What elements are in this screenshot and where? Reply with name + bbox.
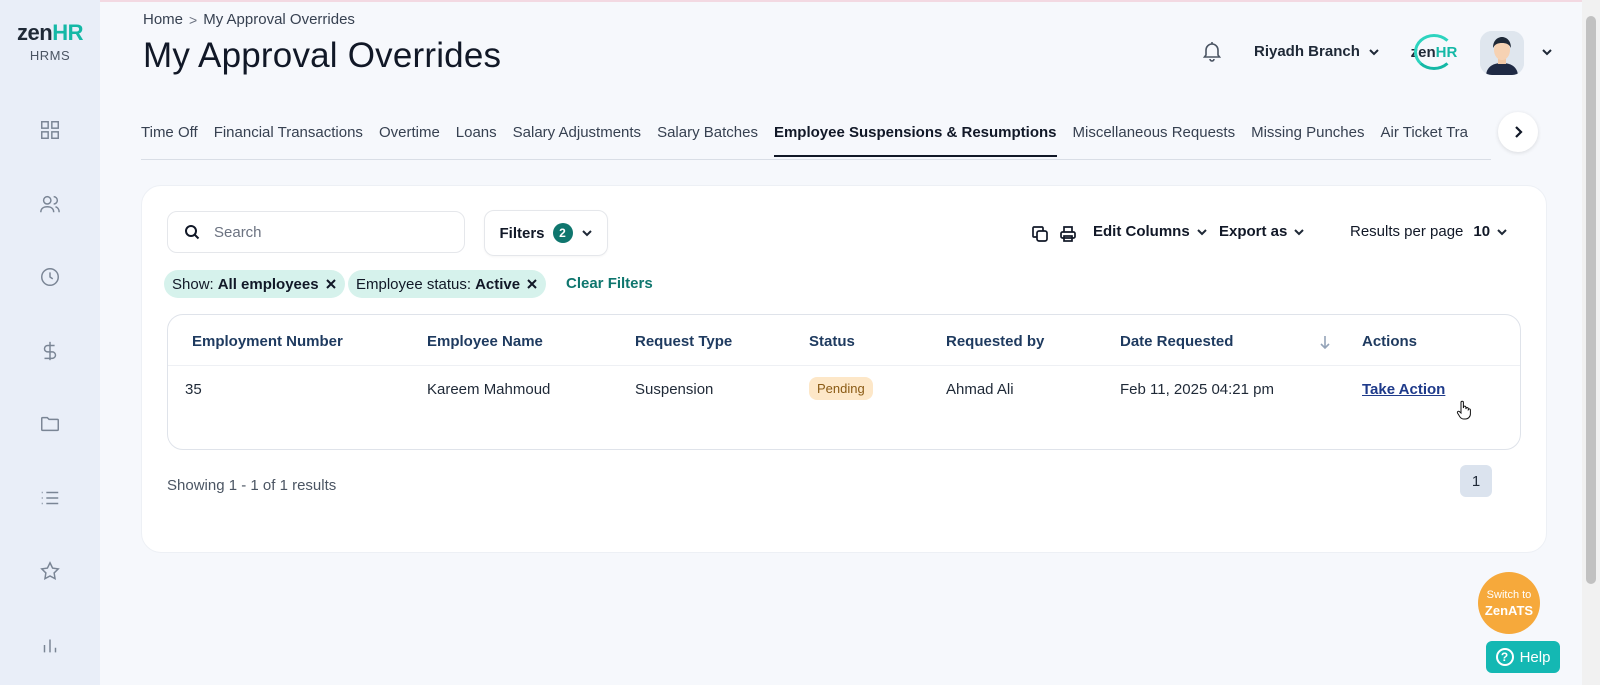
results-per-page-select[interactable]: 10 xyxy=(1473,223,1508,240)
logo-wordmark: zenHR xyxy=(17,20,83,45)
column-header[interactable]: Request Type xyxy=(635,333,732,350)
search-icon xyxy=(185,225,200,240)
requests-table: Employment Number Employee Name Request … xyxy=(167,314,1521,450)
dashboard-icon[interactable] xyxy=(38,118,62,142)
cell-requested-by: Ahmad Ali xyxy=(946,381,1014,398)
tab-overtime[interactable]: Overtime xyxy=(379,118,440,157)
filter-chip-show: Show: All employees xyxy=(164,270,345,298)
filter-chip-key: Show: xyxy=(172,275,214,293)
chevron-down-icon xyxy=(1196,228,1207,235)
branch-selector[interactable]: Riyadh Branch xyxy=(1254,43,1380,60)
question-icon: ? xyxy=(1495,648,1514,666)
chevron-down-icon xyxy=(581,230,592,237)
page-number-button[interactable]: 1 xyxy=(1460,465,1492,497)
remove-filter-icon[interactable] xyxy=(325,278,337,290)
search-input[interactable] xyxy=(214,223,444,241)
tab-salary-adjustments[interactable]: Salary Adjustments xyxy=(513,118,641,157)
switch-line2: ZenATS xyxy=(1484,602,1534,618)
hand-cursor-icon xyxy=(1456,400,1471,420)
column-header[interactable]: Requested by xyxy=(946,333,1044,350)
column-header[interactable]: Employment Number xyxy=(192,333,343,350)
help-label: Help xyxy=(1519,648,1551,666)
tab-loans[interactable]: Loans xyxy=(456,118,497,157)
search-box[interactable] xyxy=(167,211,465,253)
results-per-page-value: 10 xyxy=(1473,223,1491,240)
export-as-button[interactable]: Export as xyxy=(1219,223,1305,240)
user-avatar[interactable] xyxy=(1480,31,1524,75)
export-as-label: Export as xyxy=(1219,223,1288,240)
notifications-bell-icon[interactable] xyxy=(1200,39,1226,65)
branch-name: Riyadh Branch xyxy=(1254,43,1360,60)
page-scrollbar[interactable] xyxy=(1582,0,1600,685)
company-logo-ring xyxy=(1414,34,1454,70)
folder-icon[interactable] xyxy=(38,412,62,436)
filters-button[interactable]: Filters 2 xyxy=(484,210,608,256)
chevron-down-icon xyxy=(1369,48,1379,55)
filter-chip-value: Active xyxy=(475,275,521,293)
copy-icon[interactable] xyxy=(1031,225,1049,243)
sidebar: zenHR HRMS xyxy=(0,0,100,685)
edit-columns-label: Edit Columns xyxy=(1093,223,1190,240)
tab-time-off[interactable]: Time Off xyxy=(141,118,198,157)
user-menu-chevron-icon[interactable] xyxy=(1541,46,1553,58)
filter-chip-key: Employee status: xyxy=(356,275,472,293)
filters-label: Filters xyxy=(499,224,545,242)
switch-line1: Switch to xyxy=(1486,588,1532,601)
clock-icon[interactable] xyxy=(38,265,62,289)
chevron-down-icon xyxy=(1294,228,1305,235)
top-accent-line xyxy=(0,0,1600,2)
status-badge: Pending xyxy=(809,377,873,400)
results-per-page: Results per page 10 xyxy=(1350,223,1508,240)
edit-columns-button[interactable]: Edit Columns xyxy=(1093,223,1208,240)
cell-employee-name: Kareem Mahmoud xyxy=(427,381,551,398)
column-header: Actions xyxy=(1362,333,1418,350)
breadcrumb-separator: > xyxy=(189,11,198,28)
tab-air-ticket[interactable]: Air Ticket Tra xyxy=(1381,118,1469,157)
request-type-tabs: Time Off Financial Transactions Overtime… xyxy=(141,118,1491,160)
column-header[interactable]: Status xyxy=(809,333,855,350)
help-button[interactable]: ? Help xyxy=(1486,641,1560,673)
column-header[interactable]: Date Requested xyxy=(1120,333,1233,350)
tab-miscellaneous-requests[interactable]: Miscellaneous Requests xyxy=(1073,118,1236,157)
filter-chip-value: All employees xyxy=(217,275,319,293)
people-icon[interactable] xyxy=(38,192,62,216)
chevron-down-icon xyxy=(1497,228,1507,235)
app-logo[interactable]: zenHR HRMS xyxy=(12,20,88,63)
print-icon[interactable] xyxy=(1059,225,1077,243)
clear-filters-link[interactable]: Clear Filters xyxy=(566,275,653,292)
column-header[interactable]: Employee Name xyxy=(427,333,543,350)
sort-descending-icon[interactable] xyxy=(1318,335,1332,350)
list-icon[interactable] xyxy=(38,486,62,510)
results-per-page-label: Results per page xyxy=(1350,223,1464,240)
logo-subtitle: HRMS xyxy=(29,48,71,63)
requests-card: Filters 2 Edit Columns Export as Results… xyxy=(141,185,1547,553)
tab-financial-transactions[interactable]: Financial Transactions xyxy=(214,118,363,157)
star-icon[interactable] xyxy=(38,559,62,583)
tab-missing-punches[interactable]: Missing Punches xyxy=(1251,118,1364,157)
tab-salary-batches[interactable]: Salary Batches xyxy=(657,118,758,157)
filter-chip-employee-status: Employee status: Active xyxy=(348,270,547,298)
filters-count-badge: 2 xyxy=(552,223,573,243)
take-action-link[interactable]: Take Action xyxy=(1362,381,1445,398)
remove-filter-icon[interactable] xyxy=(526,278,538,290)
cell-request-type: Suspension xyxy=(635,381,714,398)
header-divider xyxy=(168,365,1520,366)
breadcrumb-home[interactable]: Home xyxy=(143,11,183,28)
cell-date-requested: Feb 11, 2025 04:21 pm xyxy=(1120,381,1274,398)
chart-icon[interactable] xyxy=(38,633,62,657)
tab-employee-suspensions-resumptions[interactable]: Employee Suspensions & Resumptions xyxy=(773,118,1057,157)
page-title: My Approval Overrides xyxy=(143,36,502,75)
switch-to-zenats-button[interactable]: Switch to ZenATS xyxy=(1478,572,1540,634)
breadcrumb-current: My Approval Overrides xyxy=(203,11,355,28)
dollar-icon[interactable] xyxy=(38,339,62,363)
scrollbar-thumb[interactable] xyxy=(1586,16,1596,584)
tabs-scroll-right-button[interactable] xyxy=(1498,112,1538,152)
chevron-right-icon xyxy=(1515,126,1523,138)
results-summary: Showing 1 - 1 of 1 results xyxy=(167,477,337,494)
breadcrumb: Home > My Approval Overrides xyxy=(143,11,355,28)
cell-employment-number: 35 xyxy=(185,381,202,398)
company-logo: zenHR xyxy=(1410,34,1458,70)
